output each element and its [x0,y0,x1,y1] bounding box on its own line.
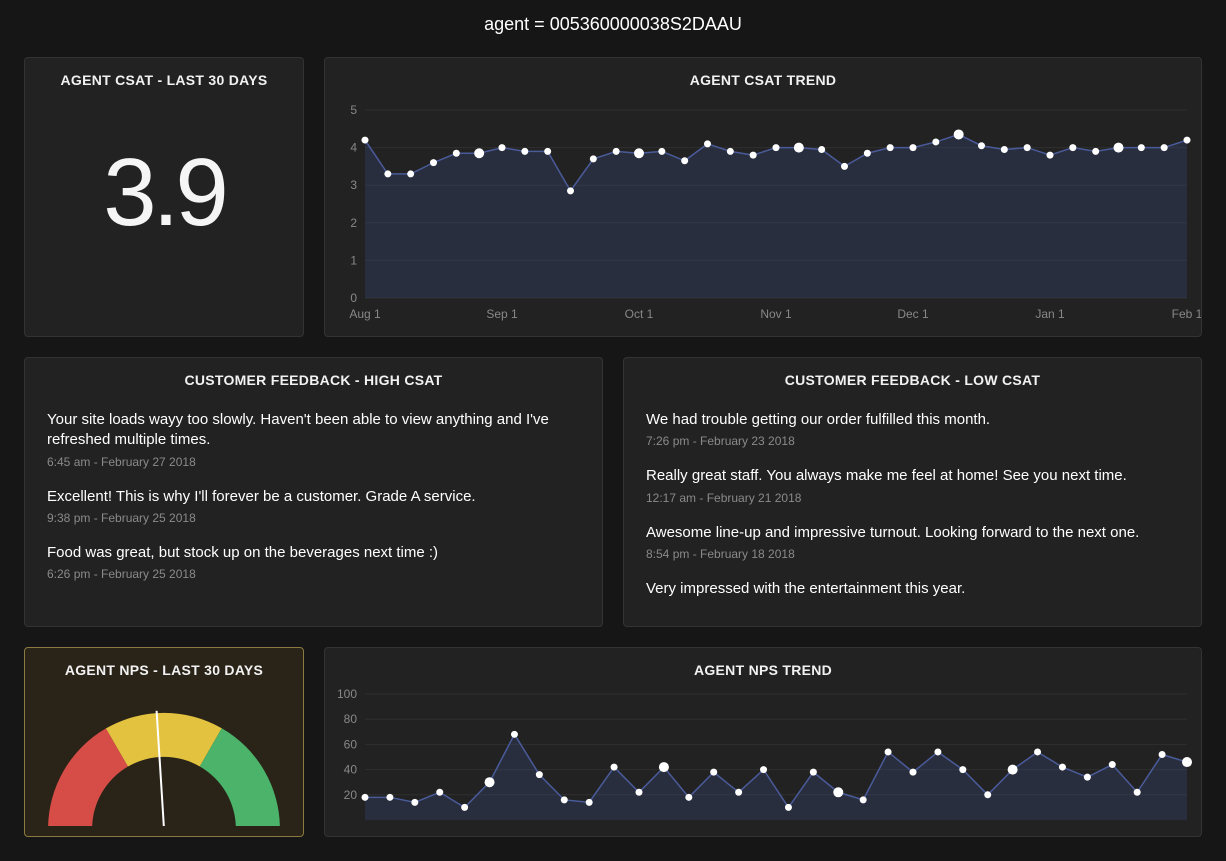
svg-text:Dec 1: Dec 1 [897,307,929,321]
csat-trend-title: AGENT CSAT TREND [325,58,1201,98]
feedback-timestamp: 9:38 pm - February 25 2018 [47,511,580,525]
feedback-timestamp: 8:54 pm - February 18 2018 [646,547,1179,561]
feedback-text: Your site loads wayy too slowly. Haven't… [47,410,580,451]
svg-text:80: 80 [344,712,358,726]
svg-text:100: 100 [337,688,357,701]
feedback-high-title: CUSTOMER FEEDBACK - HIGH CSAT [25,358,602,398]
nps-trend-chart[interactable]: 20 40 60 80 100 [325,688,1201,826]
feedback-item: Excellent! This is why I'll forever be a… [47,487,580,525]
feedback-text: Really great staff. You always make me f… [646,466,1179,486]
csat-summary-card: AGENT CSAT - LAST 30 DAYS 3.9 [24,57,304,337]
nps-trend-card: AGENT NPS TREND 20 40 60 80 100 [324,647,1202,837]
svg-text:Feb 1: Feb 1 [1172,307,1201,321]
feedback-item: We had trouble getting our order fulfill… [646,410,1179,448]
svg-text:5: 5 [350,104,357,117]
svg-text:0: 0 [350,291,357,305]
feedback-timestamp: 12:17 am - February 21 2018 [646,491,1179,505]
svg-text:Jan 1: Jan 1 [1035,307,1065,321]
feedback-timestamp: 6:45 am - February 27 2018 [47,455,580,469]
svg-text:Nov 1: Nov 1 [760,307,792,321]
feedback-text: Awesome line-up and impressive turnout. … [646,523,1179,543]
svg-text:Sep 1: Sep 1 [486,307,518,321]
feedback-text: Very impressed with the entertainment th… [646,579,1179,599]
feedback-item: Really great staff. You always make me f… [646,466,1179,504]
nps-summary-card: AGENT NPS - LAST 30 DAYS [24,647,304,837]
feedback-item: Awesome line-up and impressive turnout. … [646,523,1179,561]
csat-summary-title: AGENT CSAT - LAST 30 DAYS [25,58,303,98]
csat-summary-value: 3.9 [25,138,303,248]
csat-trend-chart[interactable]: 0 1 2 3 4 5 Aug 1 Sep 1 Oct 1 Nov 1 Dec 1 Jan 1 Feb … [325,104,1201,326]
svg-text:3: 3 [350,178,357,192]
feedback-timestamp: 7:26 pm - February 23 2018 [646,434,1179,448]
nps-summary-title: AGENT NPS - LAST 30 DAYS [25,648,303,688]
feedback-high-list[interactable]: Your site loads wayy too slowly. Haven't… [25,410,602,626]
svg-text:20: 20 [344,788,358,802]
feedback-item: Very impressed with the entertainment th… [646,579,1179,599]
svg-text:Oct 1: Oct 1 [625,307,654,321]
feedback-timestamp: 6:26 pm - February 25 2018 [47,567,580,581]
svg-text:40: 40 [344,763,358,777]
svg-text:4: 4 [350,141,357,155]
feedback-item: Your site loads wayy too slowly. Haven't… [47,410,580,469]
feedback-low-card: CUSTOMER FEEDBACK - LOW CSAT We had trou… [623,357,1202,627]
feedback-low-list[interactable]: We had trouble getting our order fulfill… [624,410,1201,626]
nps-gauge-chart[interactable] [25,688,303,826]
page-title: agent = 005360000038S2DAAU [24,0,1202,57]
nps-trend-title: AGENT NPS TREND [325,648,1201,688]
csat-trend-card: AGENT CSAT TREND 0 1 2 3 4 5 Aug 1 Sep 1 Oct 1 No… [324,57,1202,337]
feedback-text: We had trouble getting our order fulfill… [646,410,1179,430]
svg-text:60: 60 [344,737,358,751]
feedback-item: Food was great, but stock up on the beve… [47,543,580,581]
svg-text:Aug 1: Aug 1 [349,307,381,321]
svg-text:1: 1 [350,253,357,267]
feedback-text: Food was great, but stock up on the beve… [47,543,580,563]
feedback-low-title: CUSTOMER FEEDBACK - LOW CSAT [624,358,1201,398]
svg-text:2: 2 [350,216,357,230]
feedback-text: Excellent! This is why I'll forever be a… [47,487,580,507]
feedback-high-card: CUSTOMER FEEDBACK - HIGH CSAT Your site … [24,357,603,627]
